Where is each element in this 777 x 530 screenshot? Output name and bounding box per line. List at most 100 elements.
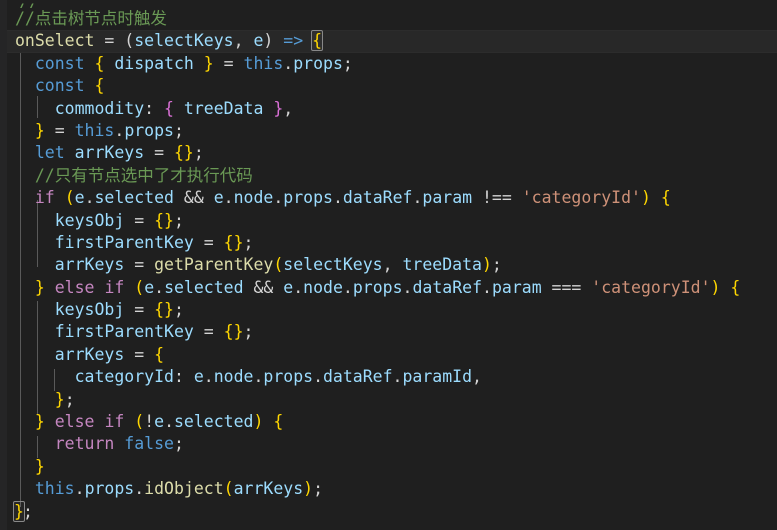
token-brace-open: { bbox=[164, 99, 174, 118]
code-line-5[interactable]: commodity: { treeData }, bbox=[0, 98, 777, 120]
token-brace-close: } bbox=[164, 300, 174, 319]
token-node: node bbox=[214, 367, 254, 386]
code-line-16[interactable]: arrKeys = { bbox=[0, 344, 777, 366]
token-brace-open: { bbox=[661, 188, 671, 207]
token-brace-close: } bbox=[234, 322, 244, 341]
token-semicolon: ; bbox=[313, 479, 323, 498]
token-e: e bbox=[154, 412, 164, 431]
token-space bbox=[174, 99, 184, 118]
token-brace-close: } bbox=[35, 412, 45, 431]
code-line-9[interactable]: if (e.selected && e.node.props.dataRef.p… bbox=[0, 187, 777, 209]
token-let: let bbox=[35, 143, 65, 162]
token-arrkeys: arrKeys bbox=[75, 143, 145, 162]
token-paren-close: ) bbox=[482, 255, 492, 274]
token-dot: . bbox=[333, 188, 343, 207]
token-space bbox=[194, 54, 204, 73]
token-space bbox=[104, 54, 114, 73]
code-line-19[interactable]: } else if (!e.selected) { bbox=[0, 411, 777, 433]
token-dot: . bbox=[482, 278, 492, 297]
code-line-1[interactable]: //点击树节点时触发 bbox=[0, 8, 777, 30]
code-line-11[interactable]: firstParentKey = {}; bbox=[0, 232, 777, 254]
token-arrkeys: arrKeys bbox=[55, 345, 125, 364]
token-selectkeys: selectKeys bbox=[283, 255, 382, 274]
token-param: param bbox=[422, 188, 472, 207]
code-line-3[interactable]: const { dispatch } = this.props; bbox=[0, 53, 777, 75]
token-props: props bbox=[124, 121, 174, 140]
token-param: param bbox=[492, 278, 542, 297]
token-getparentkey: getParentKey bbox=[154, 255, 273, 274]
code-line-14[interactable]: keysObj = {}; bbox=[0, 299, 777, 321]
token-dot: . bbox=[283, 54, 293, 73]
token-brace-close: } bbox=[35, 121, 45, 140]
editor-gutter bbox=[0, 0, 7, 530]
token-brace-close: } bbox=[35, 278, 45, 297]
code-line-10[interactable]: keysObj = {}; bbox=[0, 210, 777, 232]
token-brace-open: { bbox=[94, 76, 104, 95]
token-firstparentkey: firstParentKey bbox=[55, 322, 194, 341]
code-content[interactable]: // //点击树节点时触发 onSelect = (selectKeys, e)… bbox=[0, 0, 777, 530]
token-else: else bbox=[55, 278, 95, 297]
token-space bbox=[95, 278, 105, 297]
token-space bbox=[720, 278, 730, 297]
code-line-2[interactable]: onSelect = (selectKeys, e) => { bbox=[0, 30, 777, 52]
code-line-0[interactable]: // bbox=[0, 0, 777, 8]
token-firstparentkey: firstParentKey bbox=[55, 233, 194, 252]
token-brace-close: } bbox=[55, 390, 65, 409]
token-this: this bbox=[75, 121, 115, 140]
token-semicolon: ; bbox=[174, 434, 184, 453]
comment-token: // bbox=[15, 1, 35, 8]
code-line-13[interactable]: } else if (e.selected && e.node.props.da… bbox=[0, 277, 777, 299]
token-selected: selected bbox=[95, 188, 174, 207]
token-strict-equals: === bbox=[542, 278, 592, 297]
code-line-17[interactable]: categoryId: e.node.props.dataRef.paramId… bbox=[0, 366, 777, 388]
code-line-18[interactable]: }; bbox=[0, 389, 777, 411]
token-dispatch: dispatch bbox=[114, 54, 193, 73]
token-brace-close: } bbox=[35, 457, 45, 476]
code-editor[interactable]: // //点击树节点时触发 onSelect = (selectKeys, e)… bbox=[0, 0, 777, 530]
token-paren-close: ) bbox=[263, 31, 283, 50]
code-line-20[interactable]: return false; bbox=[0, 433, 777, 455]
token-comma: , bbox=[383, 255, 403, 274]
token-keysobj: keysObj bbox=[55, 211, 125, 230]
code-line-4[interactable]: const { bbox=[0, 75, 777, 97]
token-space bbox=[45, 412, 55, 431]
token-brace-open: { bbox=[273, 412, 283, 431]
code-line-7[interactable]: let arrKeys = {}; bbox=[0, 142, 777, 164]
code-line-22[interactable]: this.props.idObject(arrKeys); bbox=[0, 478, 777, 500]
token-dot: . bbox=[204, 367, 214, 386]
token-treedata: treeData bbox=[184, 99, 263, 118]
token-paren-open: ( bbox=[65, 188, 75, 207]
token-brace-open: { bbox=[224, 233, 234, 252]
token-space bbox=[263, 412, 273, 431]
token-props: props bbox=[293, 54, 343, 73]
token-if: if bbox=[104, 278, 124, 297]
token-dot: . bbox=[253, 367, 263, 386]
token-brace-open: { bbox=[154, 345, 164, 364]
token-dataref: dataRef bbox=[343, 188, 413, 207]
token-semicolon: ; bbox=[23, 502, 33, 521]
code-line-15[interactable]: firstParentKey = {}; bbox=[0, 321, 777, 343]
code-line-12[interactable]: arrKeys = getParentKey(selectKeys, treeD… bbox=[0, 254, 777, 276]
token-props: props bbox=[353, 278, 403, 297]
token-e: e bbox=[283, 278, 293, 297]
code-line-21[interactable]: } bbox=[0, 456, 777, 478]
token-e: e bbox=[214, 188, 224, 207]
token-brace-open: { bbox=[174, 143, 184, 162]
token-const: const bbox=[35, 54, 85, 73]
token-dot: . bbox=[114, 121, 124, 140]
token-props: props bbox=[85, 479, 135, 498]
code-line-23[interactable]: }; bbox=[0, 501, 777, 523]
token-selected: selected bbox=[174, 412, 253, 431]
token-semicolon: ; bbox=[174, 121, 184, 140]
token-brace-close: } bbox=[234, 233, 244, 252]
code-line-6[interactable]: } = this.props; bbox=[0, 120, 777, 142]
token-dot: . bbox=[154, 278, 164, 297]
token-brace-open: { bbox=[730, 278, 740, 297]
token-paren-close: ) bbox=[253, 412, 263, 431]
token-brace-close: } bbox=[273, 99, 283, 118]
code-line-8[interactable]: //只有节点选中了才执行代码 bbox=[0, 165, 777, 187]
token-colon: : bbox=[144, 99, 164, 118]
token-comma: , bbox=[283, 99, 293, 118]
token-space bbox=[55, 188, 65, 207]
token-arrow: => bbox=[283, 31, 303, 50]
